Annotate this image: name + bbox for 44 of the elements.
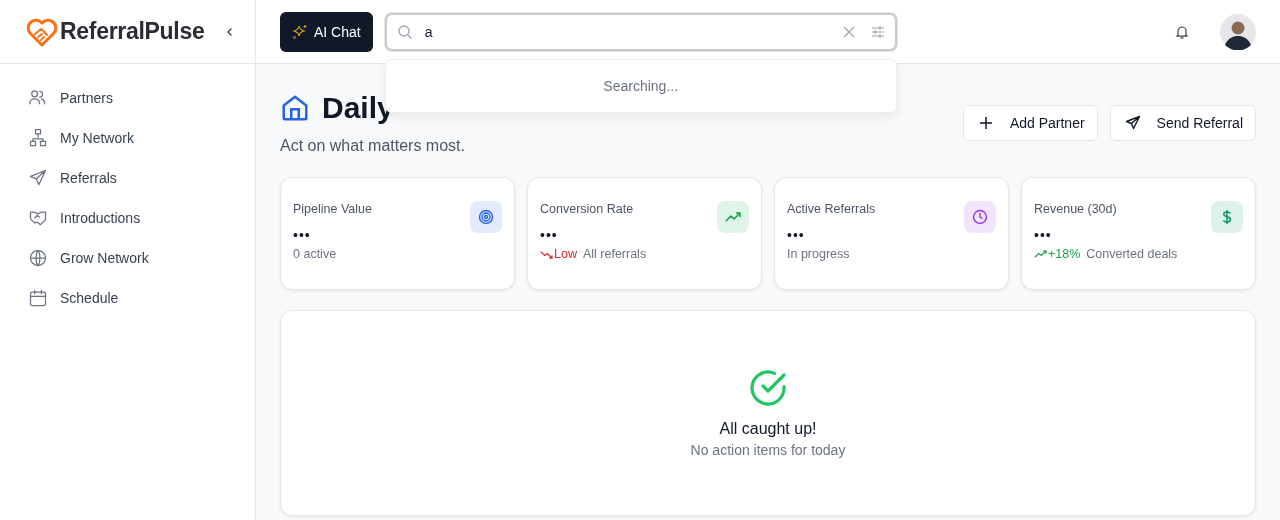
stat-title: Pipeline Value [293,202,372,216]
bell-icon[interactable] [1174,23,1190,40]
stat-title: Revenue (30d) [1034,202,1117,216]
stat-note: In progress [787,247,850,261]
filter-sliders-icon[interactable] [870,24,885,39]
stat-value: ••• [787,227,806,243]
avatar[interactable] [1220,13,1256,50]
nav-item[interactable]: Introductions [28,206,235,230]
empty-message: No action items for today [690,442,846,458]
sparkle-icon [292,23,308,40]
globe-icon [28,248,48,268]
stat-note: 0 active [293,247,337,261]
nav-item[interactable]: Grow Network [28,246,235,270]
stat-title: Conversion Rate [540,202,634,216]
trend-up-icon [1034,247,1047,261]
nav-item[interactable]: My Network [28,126,235,150]
nav-item[interactable]: Schedule [28,286,235,310]
nav-item[interactable]: Referrals [28,166,235,190]
stat-value: ••• [540,227,559,243]
stat-note: Converted deals [1086,247,1178,261]
stat-title: Active Referrals [787,202,876,216]
trend-label: Low [554,247,577,261]
paper-plane-icon [1124,115,1141,131]
action-button[interactable]: Send Referral [1109,105,1256,141]
page-subtitle: Act on what matters most. [280,137,465,155]
empty-title: All caught up! [719,420,817,438]
action-button[interactable]: Add Partner [962,105,1098,141]
calendar-icon [28,288,48,308]
nav-item[interactable]: Partners [28,86,235,110]
search-icon [396,23,413,40]
search-field[interactable]: a [384,12,897,51]
check-circle-icon [748,368,788,408]
stat-value: ••• [1034,227,1053,243]
trend-label: +18% [1048,247,1081,261]
stat-note: All referrals [582,247,647,261]
plus-icon [977,115,994,131]
searching-status: Searching... [603,77,679,94]
brand-name: ReferralPulse [60,18,206,45]
chevron-left-icon[interactable] [225,26,235,37]
stat-value: ••• [293,227,312,243]
ai-chat-button[interactable]: AI Chat [280,11,373,52]
home-icon [280,93,310,123]
network-icon [28,128,48,148]
paper-plane-icon [28,168,48,188]
